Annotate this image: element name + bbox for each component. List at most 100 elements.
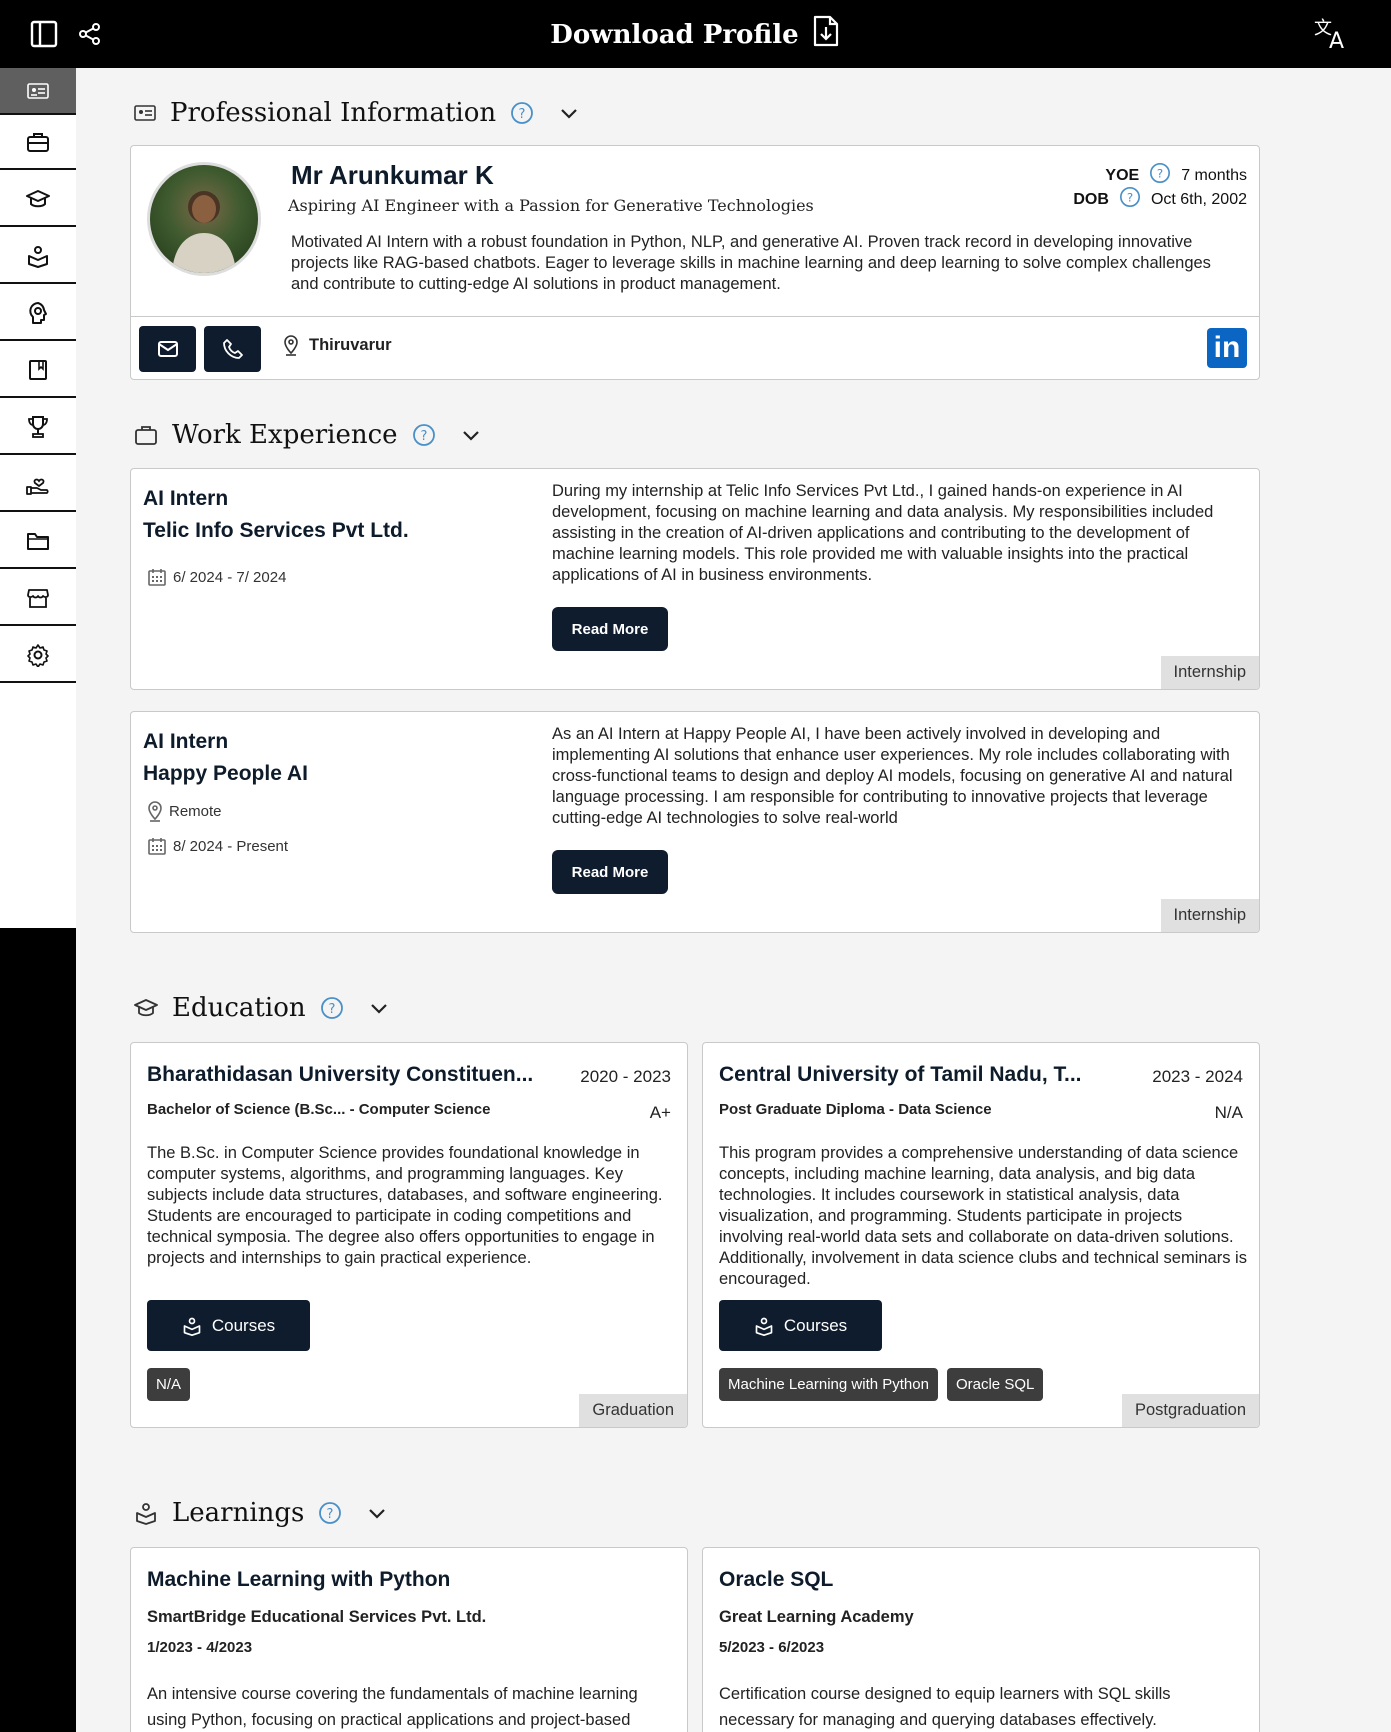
calendar-icon	[148, 569, 166, 586]
sidebar-item-volunteering[interactable]	[0, 457, 76, 512]
phone-button[interactable]	[204, 326, 261, 372]
chevron-down-icon[interactable]	[458, 422, 484, 448]
work-location: Remote	[147, 800, 222, 822]
education-level-badge: Postgraduation	[1122, 1394, 1259, 1427]
profile-summary: Motivated AI Intern with a robust founda…	[291, 233, 1211, 293]
learning-box-icon	[183, 1317, 201, 1336]
help-icon[interactable]: ?	[510, 101, 534, 125]
education-level-badge: Graduation	[579, 1394, 687, 1427]
education-degree: Post Graduate Diploma - Data Science	[719, 1101, 992, 1118]
course-chip[interactable]: N/A	[147, 1368, 191, 1401]
help-icon[interactable]: ?	[1149, 162, 1171, 189]
courses-button[interactable]: Courses	[147, 1300, 310, 1351]
email-button[interactable]	[139, 326, 196, 372]
help-icon[interactable]: ?	[320, 996, 344, 1020]
learning-box-icon	[755, 1317, 773, 1336]
work-card: AI Intern Telic Info Services Pvt Ltd. 6…	[130, 468, 1260, 690]
learning-title: Oracle SQL	[719, 1568, 834, 1591]
learning-dates: 5/2023 - 6/2023	[719, 1639, 825, 1656]
mail-icon	[157, 341, 178, 357]
learning-card: Machine Learning with Python SmartBridge…	[130, 1547, 688, 1732]
brain-skills-icon	[29, 301, 47, 324]
education-degree: Bachelor of Science (B.Sc... - Computer …	[147, 1101, 491, 1118]
briefcase-icon	[135, 426, 157, 445]
sidebar-item-education[interactable]	[0, 172, 76, 227]
avatar	[147, 162, 261, 276]
map-pin-icon	[284, 335, 298, 356]
dob-row: DOB ? Oct 6th, 2002	[1073, 186, 1247, 213]
profile-tagline: Aspiring AI Engineer with a Passion for …	[288, 196, 814, 215]
section-title: Work Experience	[172, 420, 398, 450]
section-title: Professional Information	[170, 98, 497, 128]
gear-icon	[27, 643, 49, 667]
course-chip[interactable]: Oracle SQL	[946, 1368, 1044, 1401]
education-grade: N/A	[1214, 1103, 1243, 1122]
learning-box-icon	[28, 245, 48, 268]
translate-icon[interactable]: 文A	[1310, 14, 1354, 54]
section-header-work: Work Experience ?	[134, 420, 484, 450]
work-company: Telic Info Services Pvt Ltd.	[143, 519, 409, 542]
folder-icon	[27, 532, 49, 550]
section-title: Learnings	[172, 1498, 305, 1528]
work-dates: 6/ 2024 - 7/ 2024	[147, 567, 286, 587]
hand-heart-icon	[26, 478, 49, 495]
store-icon	[27, 588, 49, 608]
education-card: Bharathidasan University Constituen... 2…	[130, 1042, 688, 1428]
help-icon[interactable]: ?	[318, 1501, 342, 1525]
svg-text:?: ?	[328, 1002, 335, 1017]
svg-text:?: ?	[327, 1507, 334, 1522]
chevron-down-icon[interactable]	[556, 100, 582, 126]
download-profile-label: Download Profile	[550, 19, 799, 50]
sidebar-item-projects[interactable]	[0, 514, 76, 569]
read-more-button[interactable]: Read More	[552, 607, 668, 651]
education-description: This program provides a comprehensive un…	[719, 1144, 1247, 1288]
phone-icon	[222, 339, 243, 359]
briefcase-icon	[27, 132, 49, 152]
chevron-down-icon[interactable]	[364, 1500, 390, 1526]
learning-box-icon	[136, 1503, 156, 1525]
chevron-down-icon[interactable]	[366, 995, 392, 1021]
yoe-label: YOE	[1105, 166, 1140, 184]
learning-org: SmartBridge Educational Services Pvt. Lt…	[147, 1608, 487, 1626]
learning-title: Machine Learning with Python	[147, 1568, 451, 1591]
location: Thiruvarur	[283, 334, 392, 356]
dob-value: Oct 6th, 2002	[1150, 190, 1247, 208]
sidebar-item-publications[interactable]	[0, 343, 76, 398]
courses-label: Courses	[211, 1315, 276, 1335]
learning-description: An intensive course covering the fundame…	[147, 1685, 638, 1729]
section-header-learnings: Learnings ?	[134, 1498, 390, 1528]
sidebar-item-achievements[interactable]	[0, 400, 76, 455]
work-role: AI Intern	[143, 730, 229, 753]
sidebar-item-skills[interactable]	[0, 286, 76, 341]
sidebar-item-work[interactable]	[0, 115, 76, 170]
yoe-row: YOE ? 7 months	[1105, 162, 1247, 189]
work-description: As an AI Intern at Happy People AI, I ha…	[552, 725, 1233, 827]
learning-org: Great Learning Academy	[719, 1608, 914, 1626]
sidebar-item-settings[interactable]	[0, 628, 76, 683]
course-chips: Machine Learning with Python Oracle SQL	[719, 1368, 1044, 1401]
graduation-cap-icon	[134, 999, 158, 1017]
section-title: Education	[172, 993, 306, 1023]
course-chip[interactable]: Machine Learning with Python	[719, 1368, 938, 1401]
help-icon[interactable]: ?	[412, 423, 436, 447]
courses-button[interactable]: Courses	[719, 1300, 882, 1351]
notebook-icon	[29, 359, 47, 380]
learning-dates: 1/2023 - 4/2023	[147, 1639, 253, 1656]
employment-type-badge: Internship	[1160, 899, 1259, 932]
sidebar-item-portfolio[interactable]	[0, 571, 76, 626]
sidebar-item-profile[interactable]	[0, 68, 76, 115]
download-profile-button[interactable]: Download Profile	[0, 14, 1391, 55]
linkedin-icon[interactable]: in	[1207, 328, 1247, 368]
education-years: 2023 - 2024	[1152, 1067, 1243, 1086]
work-dates-text: 6/ 2024 - 7/ 2024	[173, 568, 287, 586]
help-icon[interactable]: ?	[1119, 186, 1141, 213]
work-dates-text: 8/ 2024 - Present	[173, 837, 289, 855]
section-header-professional: Professional Information ?	[134, 98, 582, 128]
education-card: Central University of Tamil Nadu, T... 2…	[702, 1042, 1260, 1428]
svg-text:?: ?	[1127, 191, 1133, 205]
work-company: Happy People AI	[143, 762, 308, 785]
courses-label: Courses	[783, 1315, 848, 1335]
sidebar-item-learnings[interactable]	[0, 229, 76, 284]
read-more-button[interactable]: Read More	[552, 850, 668, 894]
graduation-cap-icon	[26, 189, 50, 207]
